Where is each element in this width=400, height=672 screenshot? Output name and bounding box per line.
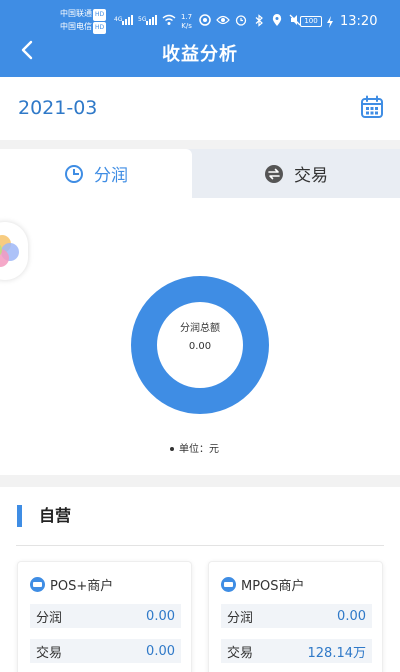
app-notification-icon (198, 13, 212, 27)
alarm-icon (234, 13, 248, 27)
merchant-icon (30, 577, 45, 592)
tab-profit-share[interactable]: 分润 (0, 149, 192, 198)
divider (16, 545, 384, 546)
carrier-info: 中国联通 HD 中国电信 HD (60, 8, 107, 34)
merchant-name: MPOS商户 (241, 579, 305, 594)
tab-bar: 分润 交易 (0, 149, 400, 198)
status-icons (198, 13, 302, 27)
eye-icon (216, 13, 230, 27)
total-profit-label: 分润总额 (180, 323, 220, 334)
calendar-icon[interactable] (360, 95, 384, 119)
date-bar: 2021-03 (0, 77, 400, 140)
signal-icon (146, 15, 157, 25)
status-bar: 中国联通 HD 中国电信 HD 4G 5G 1.7 K/s 100 13:20 (0, 0, 400, 36)
hd-badge: HD (93, 22, 107, 34)
unit-legend: 单位：元 (170, 440, 219, 455)
merchant-name: POS+商户 (50, 579, 114, 594)
exchange-icon (265, 164, 283, 183)
merchant-card-mpos[interactable]: MPOS商户 分润 0.00 交易 128.14万 (208, 561, 383, 672)
merchant-card-header: MPOS商户 (221, 575, 305, 594)
battery-indicator: 100 (300, 16, 322, 27)
tab-label: 交易 (294, 166, 328, 186)
charging-icon (327, 16, 333, 28)
carrier-1: 中国联通 (60, 9, 92, 18)
tab-label: 分润 (94, 166, 128, 186)
tab-transactions[interactable]: 交易 (192, 149, 400, 198)
donut-center-label: 分润总额 0.00 (150, 320, 250, 356)
clock: 13:20 (340, 14, 378, 29)
location-icon (270, 13, 284, 27)
merchant-icon (221, 577, 236, 592)
selected-month[interactable]: 2021-03 (18, 97, 97, 119)
wifi-icon (162, 14, 176, 25)
hd-badge: HD (93, 9, 107, 21)
total-profit-value: 0.00 (188, 341, 212, 352)
transaction-row: 交易 0.00 (30, 639, 181, 663)
network-speed: 1.7 K/s (181, 13, 193, 30)
bluetooth-icon (252, 13, 266, 27)
merchant-card-pos[interactable]: POS+商户 分润 0.00 交易 0.00 (17, 561, 192, 672)
profit-row: 分润 0.00 (221, 604, 372, 628)
signal-icon (122, 15, 133, 25)
pie-chart-icon (65, 164, 83, 183)
profit-row: 分润 0.00 (30, 604, 181, 628)
page-title: 收益分析 (162, 44, 238, 65)
app-header: 中国联通 HD 中国电信 HD 4G 5G 1.7 K/s 100 13:20 收益分… (0, 0, 400, 77)
transaction-row: 交易 128.14万 (221, 639, 372, 663)
merchant-card-header: POS+商户 (30, 575, 113, 594)
section-title: 自营 (17, 505, 71, 527)
carrier-2: 中国电信 (60, 22, 92, 31)
